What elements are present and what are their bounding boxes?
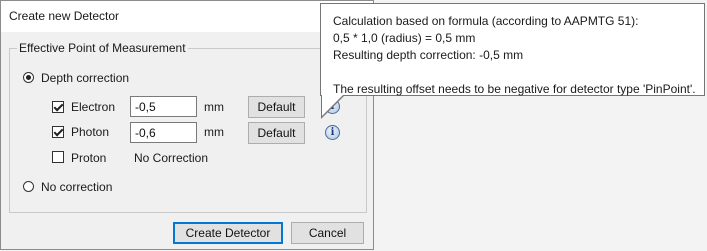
photon-checkbox[interactable] (52, 126, 64, 138)
proton-checkbox[interactable] (52, 151, 64, 163)
tooltip-line-5: The resulting offset needs to be negativ… (333, 82, 696, 96)
electron-checkbox[interactable] (52, 101, 64, 113)
no-correction-label[interactable]: No correction (41, 180, 112, 194)
electron-unit: mm (204, 100, 224, 114)
depth-correction-radio[interactable] (23, 72, 34, 83)
photon-unit: mm (204, 125, 224, 139)
tooltip-pointer (322, 94, 344, 116)
info-icon[interactable]: i (325, 125, 340, 140)
info-tooltip: Calculation based on formula (according … (320, 3, 705, 96)
groupbox-title: Effective Point of Measurement (17, 41, 188, 55)
dialog-title: Create new Detector (9, 9, 120, 23)
electron-label[interactable]: Electron (71, 100, 115, 114)
no-correction-radio[interactable] (23, 181, 34, 192)
photon-default-button[interactable]: Default (248, 122, 305, 144)
tooltip-line-1: Calculation based on formula (according … (333, 14, 639, 28)
photon-label[interactable]: Photon (71, 125, 109, 139)
cancel-button[interactable]: Cancel (291, 222, 364, 244)
dialog-titlebar: Create new Detector (1, 1, 373, 32)
depth-correction-label[interactable]: Depth correction (41, 71, 129, 85)
electron-default-button[interactable]: Default (248, 96, 305, 118)
proton-correction-text: No Correction (134, 151, 209, 165)
create-detector-button[interactable]: Create Detector (173, 222, 283, 244)
tooltip-line-3: Resulting depth correction: -0,5 mm (333, 48, 524, 62)
electron-value-input[interactable] (130, 96, 197, 117)
proton-label[interactable]: Proton (71, 151, 106, 165)
tooltip-line-2: 0,5 * 1,0 (radius) = 0,5 mm (333, 31, 476, 45)
create-detector-dialog: Create new Detector Effective Point of M… (0, 0, 374, 250)
tooltip-line-4 (333, 64, 692, 81)
photon-value-input[interactable] (130, 122, 197, 143)
